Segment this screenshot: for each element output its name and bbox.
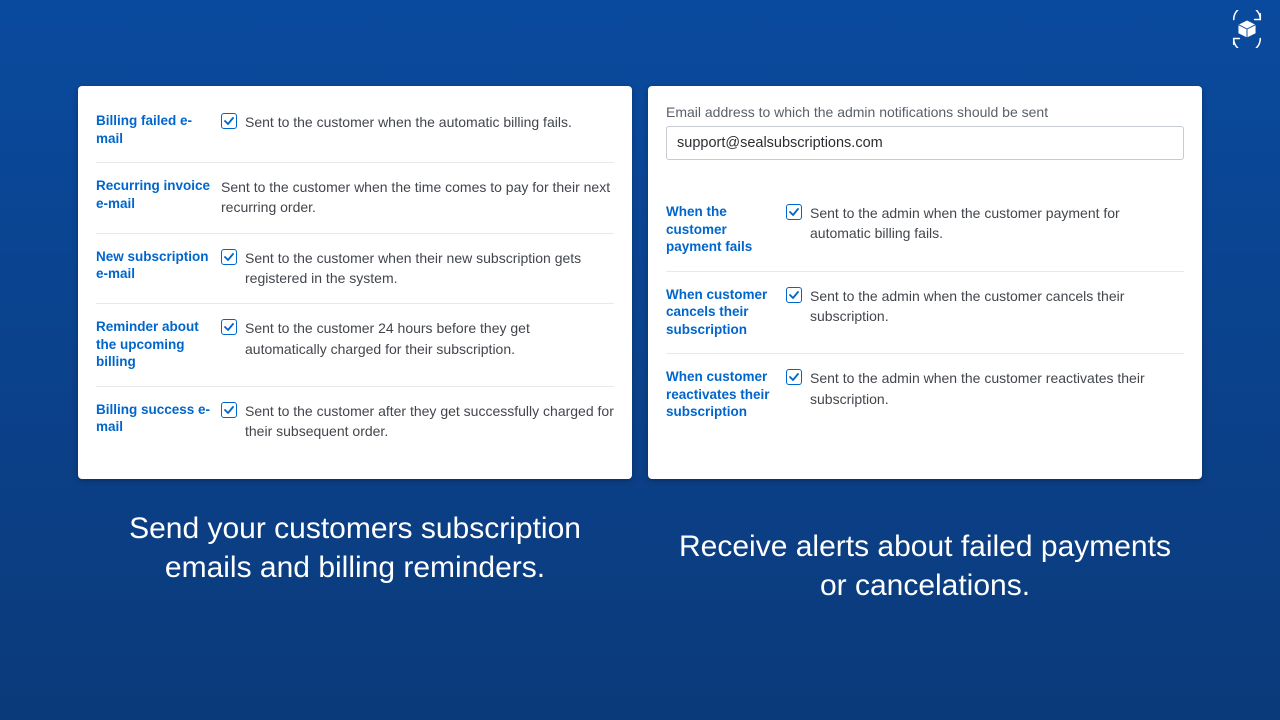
admin-notifications-card: Email address to which the admin notific… bbox=[648, 86, 1202, 479]
admin-setting-row: When the customer payment fails Sent to … bbox=[666, 188, 1184, 271]
admin-setting-row: When customer cancels their subscription… bbox=[666, 271, 1184, 354]
checkbox-billing-success[interactable] bbox=[221, 402, 237, 418]
setting-description: Sent to the customer when the time comes… bbox=[221, 177, 614, 218]
email-setting-row: Billing failed e-mail Sent to the custom… bbox=[96, 102, 614, 162]
email-setting-row: New subscription e-mail Sent to the cust… bbox=[96, 233, 614, 304]
email-setting-row: Recurring invoice e-mail Sent to the cus… bbox=[96, 162, 614, 233]
caption-left: Send your customers subscription emails … bbox=[100, 509, 610, 605]
setting-label[interactable]: Reminder about the upcoming billing bbox=[96, 318, 221, 371]
admin-setting-row: When customer reactivates their subscrip… bbox=[666, 353, 1184, 436]
setting-description: Sent to the admin when the customer paym… bbox=[810, 203, 1184, 244]
checkbox-reminder-upcoming[interactable] bbox=[221, 319, 237, 335]
setting-label[interactable]: Billing failed e-mail bbox=[96, 112, 221, 147]
checkbox-billing-failed[interactable] bbox=[221, 113, 237, 129]
setting-description: Sent to the customer when the automatic … bbox=[245, 112, 614, 132]
setting-description: Sent to the customer after they get succ… bbox=[245, 401, 614, 442]
setting-label[interactable]: When the customer payment fails bbox=[666, 203, 786, 256]
marketing-captions: Send your customers subscription emails … bbox=[0, 479, 1280, 605]
setting-label[interactable]: When customer cancels their subscription bbox=[666, 286, 786, 339]
checkbox-customer-cancels[interactable] bbox=[786, 287, 802, 303]
setting-label[interactable]: Recurring invoice e-mail bbox=[96, 177, 221, 212]
setting-label[interactable]: When customer reactivates their subscrip… bbox=[666, 368, 786, 421]
email-setting-row: Billing success e-mail Sent to the custo… bbox=[96, 386, 614, 457]
checkbox-customer-reactivates[interactable] bbox=[786, 369, 802, 385]
setting-description: Sent to the admin when the customer reac… bbox=[810, 368, 1184, 409]
checkbox-new-subscription[interactable] bbox=[221, 249, 237, 265]
setting-description: Sent to the admin when the customer canc… bbox=[810, 286, 1184, 327]
checkbox-payment-fails[interactable] bbox=[786, 204, 802, 220]
admin-email-input[interactable] bbox=[666, 126, 1184, 160]
setting-label[interactable]: New subscription e-mail bbox=[96, 248, 221, 283]
setting-label[interactable]: Billing success e-mail bbox=[96, 401, 221, 436]
caption-right: Receive alerts about failed payments or … bbox=[670, 509, 1180, 605]
admin-email-label: Email address to which the admin notific… bbox=[666, 104, 1184, 120]
customer-emails-card: Billing failed e-mail Sent to the custom… bbox=[78, 86, 632, 479]
setting-description: Sent to the customer when their new subs… bbox=[245, 248, 614, 289]
setting-description: Sent to the customer 24 hours before the… bbox=[245, 318, 614, 359]
email-setting-row: Reminder about the upcoming billing Sent… bbox=[96, 303, 614, 386]
app-logo-icon bbox=[1228, 10, 1266, 48]
